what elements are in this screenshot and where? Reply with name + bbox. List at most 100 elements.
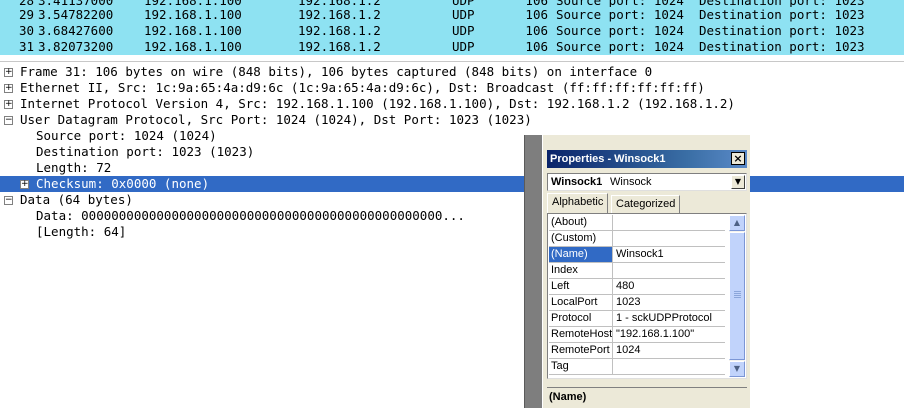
properties-window[interactable]: Properties - Winsock1 × Winsock1 Winsock…: [524, 135, 750, 408]
property-row[interactable]: Protocol 1 - sckUDPProtocol: [549, 311, 725, 327]
property-value[interactable]: 480: [614, 279, 724, 294]
packet-number: 31: [18, 39, 34, 54]
packet-protocol: UDP: [452, 7, 475, 22]
packet-protocol: UDP: [452, 23, 475, 38]
object-type: Winsock: [610, 176, 652, 188]
properties-titlebar[interactable]: Properties - Winsock1 ×: [547, 150, 747, 168]
packet-source: 192.168.1.100: [144, 7, 242, 22]
tree-item-label: [Length: 64]: [36, 224, 127, 239]
packet-length: 106: [525, 7, 548, 22]
tree-item-label: User Datagram Protocol, Src Port: 1024 (…: [20, 112, 532, 127]
property-value[interactable]: [614, 263, 724, 278]
expand-icon[interactable]: +: [20, 180, 29, 189]
property-value[interactable]: [614, 215, 724, 230]
property-grid-scrollbar[interactable]: ▲ ▼: [729, 215, 745, 377]
packet-destination: 192.168.1.2: [298, 7, 381, 22]
property-value[interactable]: 1 - sckUDPProtocol: [614, 311, 724, 326]
packet-time: 3.82073200: [38, 39, 114, 54]
tree-item-label: Data (64 bytes): [20, 192, 133, 207]
tree-item-label: Ethernet II, Src: 1c:9a:65:4a:d9:6c (1c:…: [20, 80, 705, 95]
tree-item-ip[interactable]: + Internet Protocol Version 4, Src: 192.…: [0, 96, 904, 112]
scroll-thumb[interactable]: [729, 232, 745, 360]
packet-number: 30: [18, 23, 34, 38]
property-value[interactable]: Winsock1: [614, 247, 724, 262]
packet-destination: 192.168.1.2: [298, 39, 381, 54]
tree-item-data-value[interactable]: Data: 0000000000000000000000000000000000…: [0, 208, 904, 224]
packet-detail-tree[interactable]: + Frame 31: 106 bytes on wire (848 bits)…: [0, 61, 904, 408]
packet-list[interactable]: 28 3.41137000 192.168.1.100 192.168.1.2 …: [0, 0, 904, 56]
description-title: (Name): [549, 391, 587, 403]
property-value[interactable]: 1023: [614, 295, 724, 310]
packet-info: Source port: 1024 Destination port: 1023: [556, 23, 865, 38]
packet-source: 192.168.1.100: [144, 23, 242, 38]
properties-title: Properties - Winsock1: [550, 153, 666, 165]
packet-time: 3.54782200: [38, 7, 114, 22]
tree-item-label: Source port: 1024 (1024): [36, 128, 217, 143]
packet-destination: 192.168.1.2: [298, 23, 381, 38]
object-name: Winsock1: [551, 176, 603, 188]
object-selector[interactable]: Winsock1 Winsock ▼: [547, 173, 747, 191]
property-row[interactable]: Left 480: [549, 279, 725, 295]
packet-protocol: UDP: [452, 39, 475, 54]
tree-item-data-length[interactable]: [Length: 64]: [0, 224, 904, 240]
tree-item-source-port[interactable]: Source port: 1024 (1024): [0, 128, 904, 144]
chevron-down-icon[interactable]: ▼: [731, 175, 745, 189]
property-row[interactable]: (Name) Winsock1: [549, 247, 725, 263]
tab-categorized[interactable]: Categorized: [611, 195, 681, 213]
tree-item-label: Internet Protocol Version 4, Src: 192.16…: [20, 96, 735, 111]
scroll-up-icon[interactable]: ▲: [729, 215, 745, 231]
property-row[interactable]: RemoteHost "192.168.1.100": [549, 327, 725, 343]
property-row[interactable]: (Custom): [549, 231, 725, 247]
property-value[interactable]: 1024: [614, 343, 724, 358]
packet-source: 192.168.1.100: [144, 39, 242, 54]
tree-item-length[interactable]: Length: 72: [0, 160, 904, 176]
scroll-down-icon[interactable]: ▼: [729, 361, 745, 377]
packet-row[interactable]: 29 3.54782200 192.168.1.100 192.168.1.2 …: [0, 7, 904, 23]
property-row[interactable]: Tag: [549, 359, 725, 375]
property-row[interactable]: Index: [549, 263, 725, 279]
expand-icon[interactable]: +: [4, 68, 13, 77]
property-name: (Name): [549, 247, 613, 262]
property-value[interactable]: [614, 359, 724, 374]
tree-item-frame[interactable]: + Frame 31: 106 bytes on wire (848 bits)…: [0, 64, 904, 80]
tree-item-checksum[interactable]: + Checksum: 0x0000 (none): [0, 176, 904, 192]
expand-icon[interactable]: +: [4, 100, 13, 109]
packet-length: 106: [525, 39, 548, 54]
property-name: Left: [549, 279, 613, 294]
close-icon[interactable]: ×: [731, 152, 745, 165]
property-name: RemoteHost: [551, 327, 613, 342]
property-row[interactable]: LocalPort 1023: [549, 295, 725, 311]
tree-item-label: Data: 0000000000000000000000000000000000…: [36, 208, 465, 223]
collapse-icon[interactable]: −: [4, 196, 13, 205]
expand-icon[interactable]: +: [4, 84, 13, 93]
collapse-icon[interactable]: −: [4, 116, 13, 125]
packet-info: Source port: 1024 Destination port: 1023: [556, 39, 865, 54]
grip-icon: [734, 291, 741, 299]
tree-item-data[interactable]: − Data (64 bytes): [0, 192, 904, 208]
property-row[interactable]: RemotePort 1024: [549, 343, 725, 359]
property-row[interactable]: (About): [549, 215, 725, 231]
property-description: (Name): [547, 387, 747, 408]
property-name: Tag: [549, 359, 613, 374]
tab-alphabetic[interactable]: Alphabetic: [547, 193, 609, 213]
tree-item-label: Length: 72: [36, 160, 112, 175]
packet-row[interactable]: 30 3.68427600 192.168.1.100 192.168.1.2 …: [0, 23, 904, 39]
tree-item-label: Destination port: 1023 (1023): [36, 144, 255, 159]
tree-item-udp[interactable]: − User Datagram Protocol, Src Port: 1024…: [0, 112, 904, 128]
tree-item-destination-port[interactable]: Destination port: 1023 (1023): [0, 144, 904, 160]
property-value[interactable]: "192.168.1.100": [614, 327, 724, 342]
property-name: RemotePort: [549, 343, 613, 358]
property-name: Index: [549, 263, 613, 278]
window-frame: [524, 135, 542, 408]
packet-length: 106: [525, 23, 548, 38]
property-name: Protocol: [549, 311, 613, 326]
property-grid[interactable]: (About) (Custom) (Name) Winsock1 Index L…: [547, 213, 747, 379]
packet-number: 29: [18, 7, 34, 22]
tree-item-ethernet[interactable]: + Ethernet II, Src: 1c:9a:65:4a:d9:6c (1…: [0, 80, 904, 96]
property-name: LocalPort: [549, 295, 613, 310]
properties-panel: Properties - Winsock1 × Winsock1 Winsock…: [542, 135, 750, 408]
packet-info: Source port: 1024 Destination port: 1023: [556, 7, 865, 22]
tree-item-label: Checksum: 0x0000 (none): [36, 176, 210, 191]
property-value[interactable]: [614, 231, 724, 246]
packet-row[interactable]: 31 3.82073200 192.168.1.100 192.168.1.2 …: [0, 39, 904, 55]
